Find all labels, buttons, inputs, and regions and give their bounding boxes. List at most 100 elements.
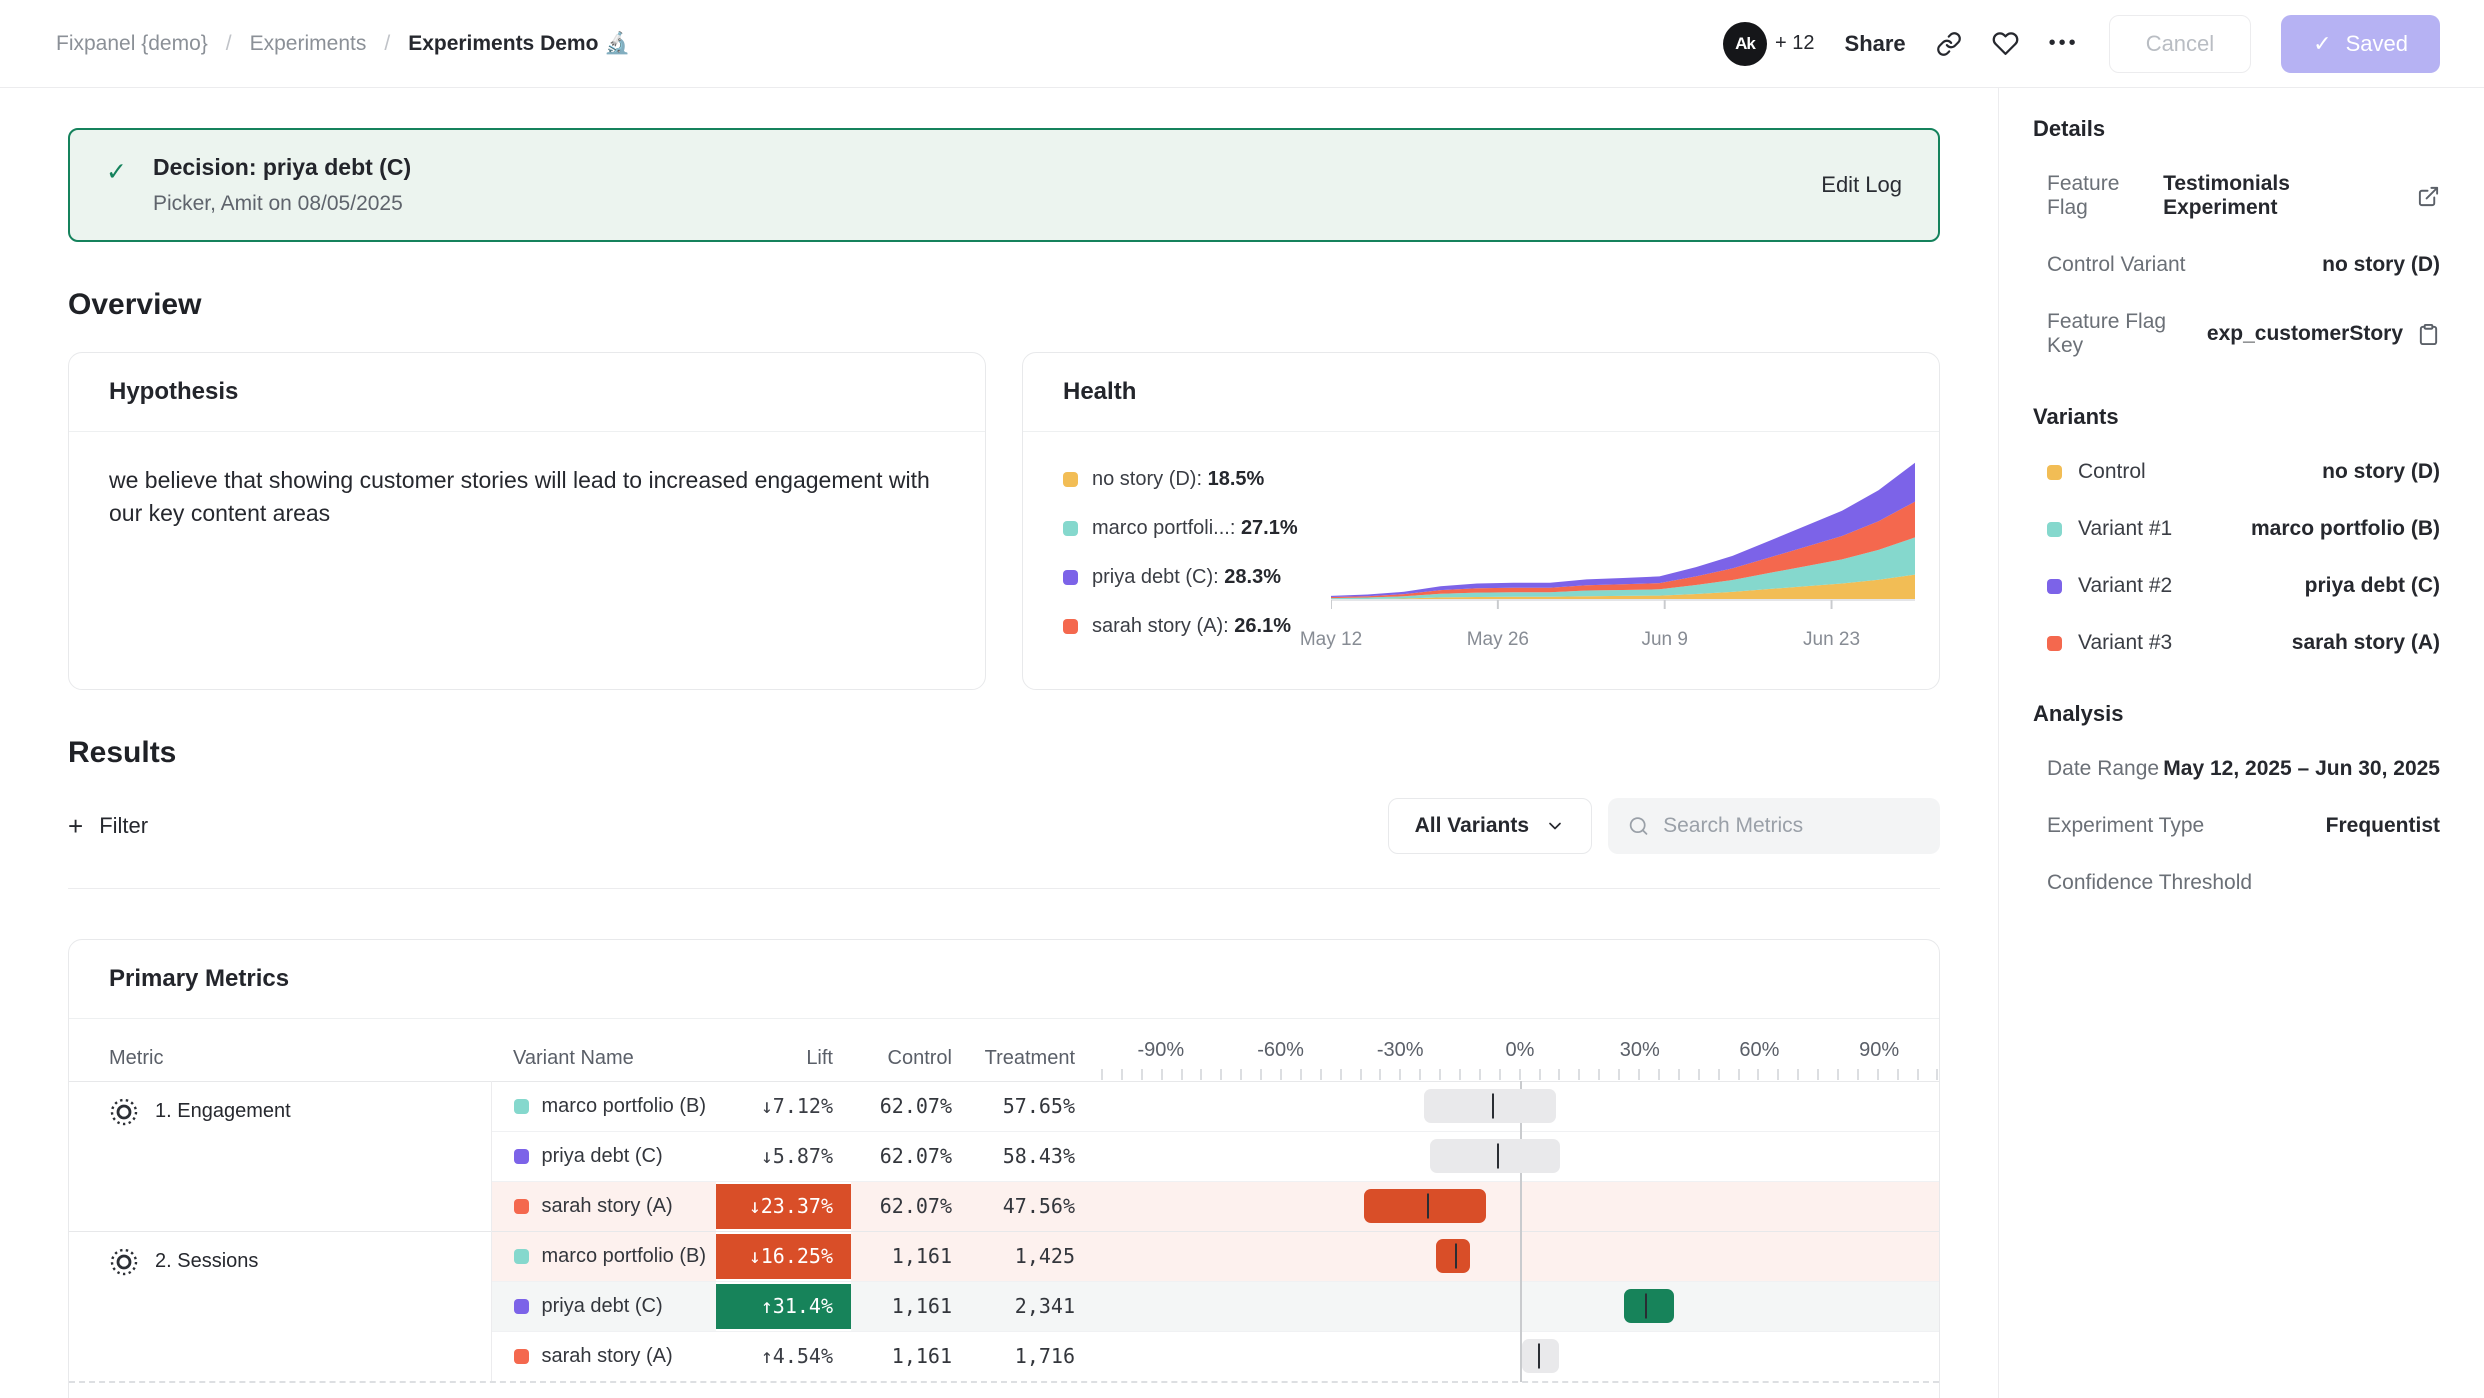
breadcrumb-separator: / xyxy=(384,32,390,56)
lift-marker xyxy=(1455,1244,1457,1269)
treatment-value: 2,341 xyxy=(966,1281,1101,1331)
lift-cell: ↑31.4% xyxy=(716,1281,851,1331)
metric-name: 1. Engagement xyxy=(155,1100,291,1123)
health-legend-item: priya debt (C): 28.3% xyxy=(1063,566,1331,589)
breadcrumb-experiments[interactable]: Experiments xyxy=(250,32,367,56)
hypothesis-body: we believe that showing customer stories… xyxy=(69,432,985,561)
clipboard-icon[interactable] xyxy=(2417,323,2440,346)
metric-variant-row[interactable]: 2. Sessionsmarco portfolio (B)↓16.25%1,1… xyxy=(69,1231,1939,1281)
sidebar-row: Controlno story (D) xyxy=(2033,460,2440,484)
variant-name: sarah story (A) xyxy=(542,1195,673,1218)
health-chart-x-axis: May 12May 26Jun 9Jun 23 xyxy=(1331,627,1915,657)
sidebar-row-value[interactable]: exp_customerStory xyxy=(2207,322,2440,346)
cancel-button[interactable]: Cancel xyxy=(2109,15,2251,73)
col-treatment: Treatment xyxy=(966,1019,1101,1081)
sidebar-row: Variant #3sarah story (A) xyxy=(2033,631,2440,655)
more-options-icon[interactable]: ••• xyxy=(2049,32,2079,55)
metrics-header-row: Metric Variant Name Lift Control Treatme… xyxy=(69,1019,1939,1081)
metric-variant-row[interactable]: 1. Engagementmarco portfolio (B)↓7.12%62… xyxy=(69,1081,1939,1131)
lift-marker xyxy=(1645,1294,1647,1319)
variant-name: priya debt (C) xyxy=(542,1295,663,1318)
legend-label: sarah story (A): 26.1% xyxy=(1092,615,1291,638)
confidence-interval-bar xyxy=(1430,1139,1560,1173)
sidebar-row-label: Feature Flag Key xyxy=(2047,310,2207,358)
breadcrumb-project[interactable]: Fixpanel {demo} xyxy=(56,32,208,56)
zero-line xyxy=(1520,1231,1522,1282)
search-metrics-input[interactable] xyxy=(1663,814,1920,838)
ci-axis-label: -90% xyxy=(1137,1039,1184,1062)
confidence-interval-cell xyxy=(1101,1231,1939,1281)
variant-name: marco portfolio (B) xyxy=(542,1095,707,1118)
ci-axis-label: -30% xyxy=(1377,1039,1424,1062)
health-legend-item: marco portfoli...: 27.1% xyxy=(1063,517,1331,540)
sidebar-section-heading: Analysis xyxy=(2033,701,2440,727)
control-value: 1,161 xyxy=(851,1281,966,1331)
avatar[interactable]: Ak xyxy=(1723,22,1767,66)
primary-metrics-title: Primary Metrics xyxy=(69,940,1939,1019)
health-legend-item: no story (D): 18.5% xyxy=(1063,468,1331,491)
add-filter-button[interactable]: + Filter xyxy=(68,813,148,839)
results-heading: Results xyxy=(68,736,1940,770)
experiment-page: Fixpanel {demo} / Experiments / Experime… xyxy=(0,0,2484,1398)
sidebar-section-heading: Details xyxy=(2033,116,2440,142)
add-metric-button[interactable]: + Add xyxy=(69,1381,1939,1398)
legend-label: marco portfoli...: 27.1% xyxy=(1092,517,1298,540)
legend-label: no story (D): 18.5% xyxy=(1092,468,1264,491)
confidence-interval-bar xyxy=(1364,1189,1486,1223)
confidence-interval-bar xyxy=(1624,1289,1674,1323)
sidebar-row: Feature Flag Keyexp_customerStory xyxy=(2033,310,2440,358)
main-content: ✓ Decision: priya debt (C) Picker, Amit … xyxy=(0,88,1998,1398)
sidebar-row-value: priya debt (C) xyxy=(2305,574,2440,598)
confidence-interval-bar xyxy=(1436,1239,1470,1273)
share-button[interactable]: Share xyxy=(1845,31,1906,57)
confidence-interval-cell xyxy=(1101,1331,1939,1381)
collaborators[interactable]: Ak + 12 xyxy=(1723,22,1814,66)
sidebar-row: Experiment TypeFrequentist xyxy=(2033,814,2440,838)
treatment-value: 57.65% xyxy=(966,1081,1101,1131)
variants-dropdown-label: All Variants xyxy=(1415,814,1529,838)
variant-cell: marco portfolio (B) xyxy=(491,1231,716,1281)
variant-swatch xyxy=(514,1099,529,1114)
variant-name: sarah story (A) xyxy=(542,1345,673,1368)
legend-label: priya debt (C): 28.3% xyxy=(1092,566,1281,589)
ci-axis-label: 90% xyxy=(1859,1039,1899,1062)
results-controls: + Filter All Variants xyxy=(68,798,1940,889)
variants-dropdown[interactable]: All Variants xyxy=(1388,798,1592,854)
hypothesis-card: Hypothesis we believe that showing custo… xyxy=(68,352,986,690)
edit-log-button[interactable]: Edit Log xyxy=(1821,172,1902,198)
copy-link-icon[interactable] xyxy=(1936,31,1962,57)
control-value: 62.07% xyxy=(851,1181,966,1231)
lift-marker xyxy=(1427,1194,1429,1219)
sidebar-row-value[interactable]: Testimonials Experiment xyxy=(2163,172,2440,220)
control-value: 62.07% xyxy=(851,1131,966,1181)
health-x-tick-label: May 12 xyxy=(1300,629,1362,651)
chevron-down-icon xyxy=(1545,816,1565,836)
ci-axis-label: 60% xyxy=(1739,1039,1779,1062)
sidebar-section-heading: Variants xyxy=(2033,404,2440,430)
metric-target-icon xyxy=(109,1097,139,1127)
sidebar-row-label: Confidence Threshold xyxy=(2047,871,2252,895)
lift-cell: ↓16.25% xyxy=(716,1231,851,1281)
decision-check-icon: ✓ xyxy=(106,157,127,187)
sidebar-row-label: Control Variant xyxy=(2047,253,2186,277)
favorite-heart-icon[interactable] xyxy=(1992,30,2019,57)
col-control: Control xyxy=(851,1019,966,1081)
confidence-interval-bar xyxy=(1522,1339,1559,1373)
top-bar-actions: Ak + 12 Share ••• Cancel ✓ Saved xyxy=(1723,15,2440,73)
saved-button[interactable]: ✓ Saved xyxy=(2281,15,2440,73)
variant-swatch xyxy=(514,1199,529,1214)
sidebar-row: Confidence Threshold xyxy=(2033,871,2440,895)
decision-title: Decision: priya debt (C) xyxy=(153,154,411,181)
variant-swatch xyxy=(2047,522,2062,537)
treatment-value: 58.43% xyxy=(966,1131,1101,1181)
health-x-tick-label: Jun 9 xyxy=(1641,629,1687,651)
metrics-search xyxy=(1608,798,1940,854)
primary-metrics-card: Primary Metrics Metric Variant Name Lift… xyxy=(68,939,1940,1398)
metric-name: 2. Sessions xyxy=(155,1250,258,1273)
external-link-icon[interactable] xyxy=(2417,185,2440,208)
breadcrumb-current: Experiments Demo 🔬 xyxy=(408,32,630,56)
lift-cell: ↓7.12% xyxy=(716,1081,851,1131)
zero-line xyxy=(1520,1281,1522,1332)
hypothesis-title: Hypothesis xyxy=(69,353,985,432)
filter-label: Filter xyxy=(99,813,148,839)
